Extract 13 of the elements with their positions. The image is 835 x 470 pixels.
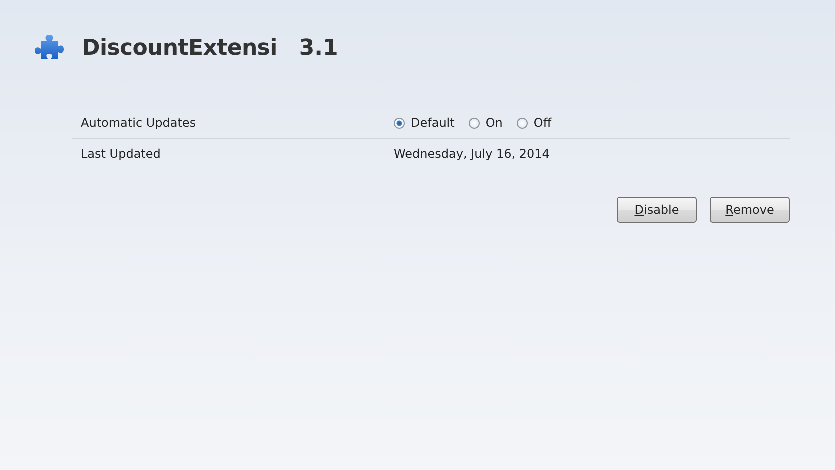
setting-label: Automatic Updates [80,116,198,130]
addon-name: DiscountExtensi [82,36,278,60]
action-button[interactable]: Remove [710,197,790,223]
radio-button[interactable] [516,118,528,128]
setting-value: Wednesday, July 16, 2014 [394,147,550,161]
radio-button[interactable] [394,118,405,128]
addon-version: 3.1 [299,36,338,60]
radio-label[interactable]: Off [534,116,552,130]
radio-label[interactable]: On [486,116,503,130]
setting-label: Last Updated [80,147,162,161]
radio-label[interactable]: Default [411,116,455,130]
action-button[interactable]: Disable [617,197,697,223]
radio-button[interactable] [468,118,480,128]
